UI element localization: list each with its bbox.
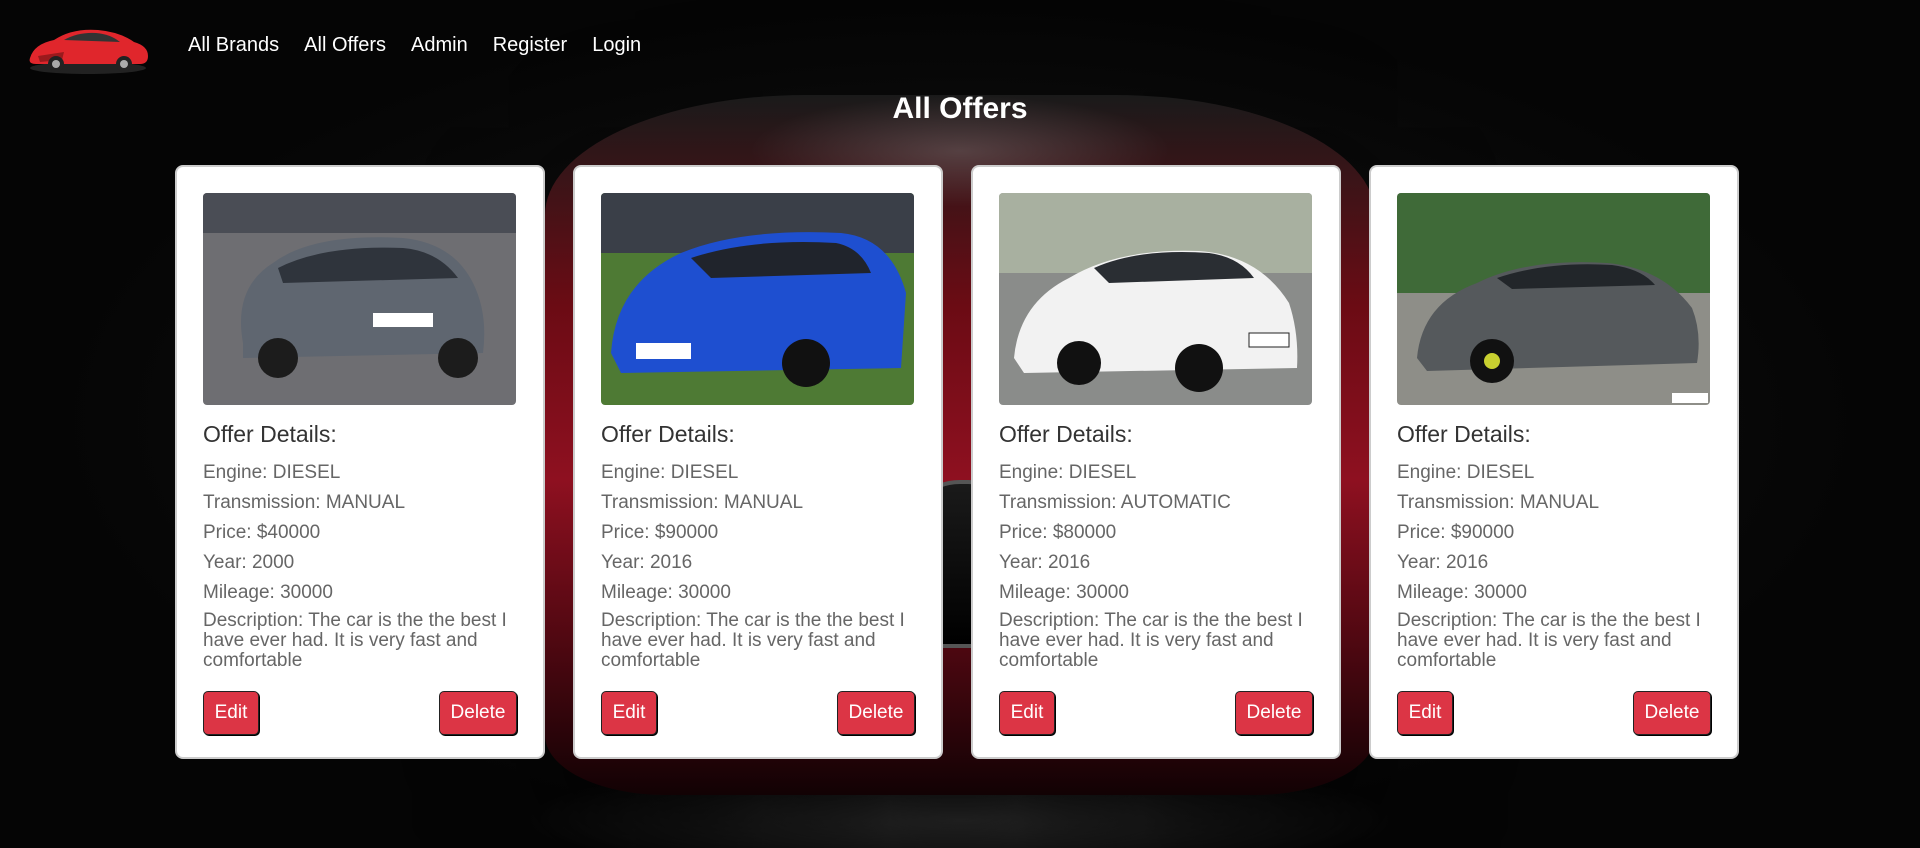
offer-year: Year: 2016	[999, 552, 1091, 573]
offer-description: Description: The car is the the best I h…	[999, 610, 1303, 671]
logo[interactable]	[24, 18, 152, 78]
nav-link-register[interactable]: Register	[493, 34, 567, 57]
offer-engine: Engine: DIESEL	[1397, 462, 1535, 483]
offer-transmission: Transmission: MANUAL	[601, 492, 804, 513]
edit-button[interactable]: Edit	[601, 691, 657, 735]
offer-engine: Engine: DIESEL	[999, 462, 1137, 483]
nav-link-login[interactable]: Login	[592, 34, 641, 57]
offer-year: Year: 2016	[601, 552, 693, 573]
offer-car-image	[601, 193, 914, 405]
edit-button[interactable]: Edit	[1397, 691, 1453, 735]
offer-details: Offer Details: Engine: DIESEL Transmissi…	[1397, 421, 1715, 671]
offer-mileage: Mileage: 30000	[203, 582, 333, 603]
nav-link-all-offers[interactable]: All Offers	[304, 34, 386, 57]
nav-link-admin[interactable]: Admin	[411, 34, 468, 57]
offer-transmission: Transmission: MANUAL	[1397, 492, 1600, 513]
delete-button[interactable]: Delete	[1633, 691, 1711, 735]
offer-car-image	[999, 193, 1312, 405]
delete-button[interactable]: Delete	[1235, 691, 1313, 735]
offer-card: Offer Details: Engine: DIESEL Transmissi…	[1369, 165, 1739, 759]
offer-description: Description: The car is the the best I h…	[203, 610, 507, 671]
offer-year: Year: 2000	[203, 552, 295, 573]
offer-heading: Offer Details:	[203, 421, 337, 447]
nav-links: All Brands All Offers Admin Register Log…	[188, 34, 666, 57]
offer-transmission: Transmission: AUTOMATIC	[999, 492, 1231, 513]
offer-card: Offer Details: Engine: DIESEL Transmissi…	[971, 165, 1341, 759]
offer-car-image	[1397, 193, 1710, 405]
offer-price: Price: $90000	[1397, 522, 1515, 543]
offer-heading: Offer Details:	[1397, 421, 1531, 447]
offer-price: Price: $80000	[999, 522, 1117, 543]
offer-car-image	[203, 193, 516, 405]
offer-mileage: Mileage: 30000	[999, 582, 1129, 603]
offer-description: Description: The car is the the best I h…	[1397, 610, 1701, 671]
offer-details: Offer Details: Engine: DIESEL Transmissi…	[203, 421, 521, 671]
car-logo-icon	[29, 29, 149, 74]
offer-heading: Offer Details:	[601, 421, 735, 447]
offer-description: Description: The car is the the best I h…	[601, 610, 905, 671]
delete-button[interactable]: Delete	[837, 691, 915, 735]
offer-engine: Engine: DIESEL	[203, 462, 341, 483]
offer-heading: Offer Details:	[999, 421, 1133, 447]
offer-price: Price: $40000	[203, 522, 321, 543]
nav-link-all-brands[interactable]: All Brands	[188, 34, 279, 57]
offer-mileage: Mileage: 30000	[601, 582, 731, 603]
offer-card: Offer Details: Engine: DIESEL Transmissi…	[573, 165, 943, 759]
offer-details: Offer Details: Engine: DIESEL Transmissi…	[601, 421, 919, 671]
edit-button[interactable]: Edit	[203, 691, 259, 735]
edit-button[interactable]: Edit	[999, 691, 1055, 735]
offer-price: Price: $90000	[601, 522, 719, 543]
offer-mileage: Mileage: 30000	[1397, 582, 1527, 603]
page-title: All Offers	[892, 92, 1028, 125]
navbar: All Brands All Offers Admin Register Log…	[0, 0, 1920, 96]
offer-transmission: Transmission: MANUAL	[203, 492, 406, 513]
offer-details: Offer Details: Engine: DIESEL Transmissi…	[999, 421, 1317, 671]
offer-engine: Engine: DIESEL	[601, 462, 739, 483]
offer-card: Offer Details: Engine: DIESEL Transmissi…	[175, 165, 545, 759]
delete-button[interactable]: Delete	[439, 691, 517, 735]
offer-year: Year: 2016	[1397, 552, 1489, 573]
